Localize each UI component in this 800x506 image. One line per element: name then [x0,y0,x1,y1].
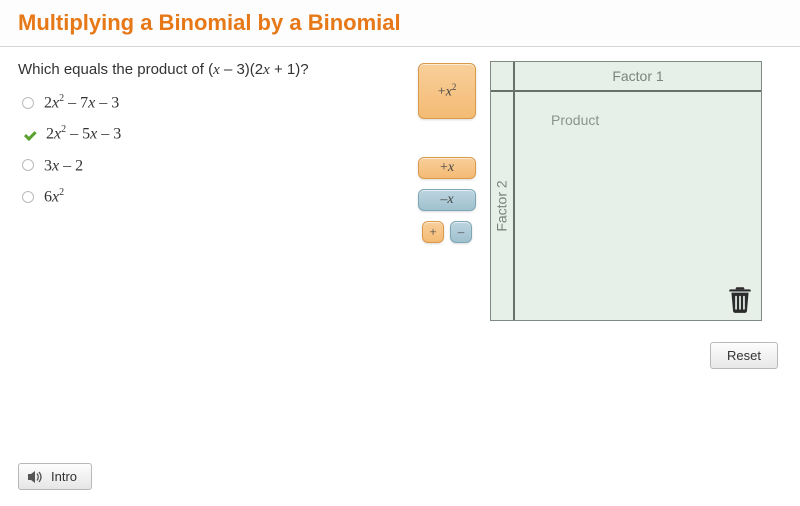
q-before: Which equals the product of ( [18,61,213,78]
option-d-text: 6x2 [44,187,64,206]
option-a-text: 2x2 – 7x – 3 [44,93,119,112]
q-mid: – 3)(2 [220,61,263,78]
tile-plus-one[interactable]: + [422,221,444,243]
unit-tile-row: + – [422,221,472,243]
tile-minus-x[interactable]: –x [418,189,476,211]
trash-icon[interactable] [727,284,753,314]
factor1-label: Factor 1 [515,62,761,92]
question-text: Which equals the product of (x – 3)(2x +… [18,61,418,79]
reset-button[interactable]: Reset [710,342,778,369]
q-after: + 1)? [270,61,309,78]
tile-palette: +x2 +x –x + – [418,63,476,321]
tile-board[interactable]: Factor 1 Factor 2 Product [490,61,762,321]
option-a[interactable]: 2x2 – 7x – 3 [22,93,418,112]
option-b[interactable]: 2x2 – 5x – 3 [22,124,418,143]
product-label: Product [551,112,599,128]
check-icon [22,127,36,141]
tile-plus-x[interactable]: +x [418,157,476,179]
radio-icon [22,159,34,171]
page-title: Multiplying a Binomial by a Binomial [18,10,782,36]
radio-icon [22,97,34,109]
header: Multiplying a Binomial by a Binomial [0,0,800,47]
reset-row: Reset [710,342,778,369]
option-d[interactable]: 6x2 [22,187,418,206]
option-list: 2x2 – 7x – 3 2x2 – 5x – 3 3x – 2 6x2 [18,93,418,206]
intro-button[interactable]: Intro [18,463,92,490]
tile-minus-one[interactable]: – [450,221,472,243]
q-x2: x [263,62,270,78]
tile-x-squared[interactable]: +x2 [418,63,476,119]
radio-icon [22,191,34,203]
option-c-text: 3x – 2 [44,156,83,175]
workspace: +x2 +x –x + – Factor 1 Factor 2 Product [418,61,782,321]
intro-label: Intro [51,469,77,484]
board-corner [491,62,515,92]
content: Which equals the product of (x – 3)(2x +… [0,47,800,335]
question-panel: Which equals the product of (x – 3)(2x +… [18,61,418,321]
speaker-icon [27,470,43,484]
option-c[interactable]: 3x – 2 [22,156,418,175]
intro-row: Intro [18,463,92,490]
factor2-label: Factor 2 [491,92,515,320]
q-x1: x [213,62,220,78]
option-b-text: 2x2 – 5x – 3 [46,124,121,143]
